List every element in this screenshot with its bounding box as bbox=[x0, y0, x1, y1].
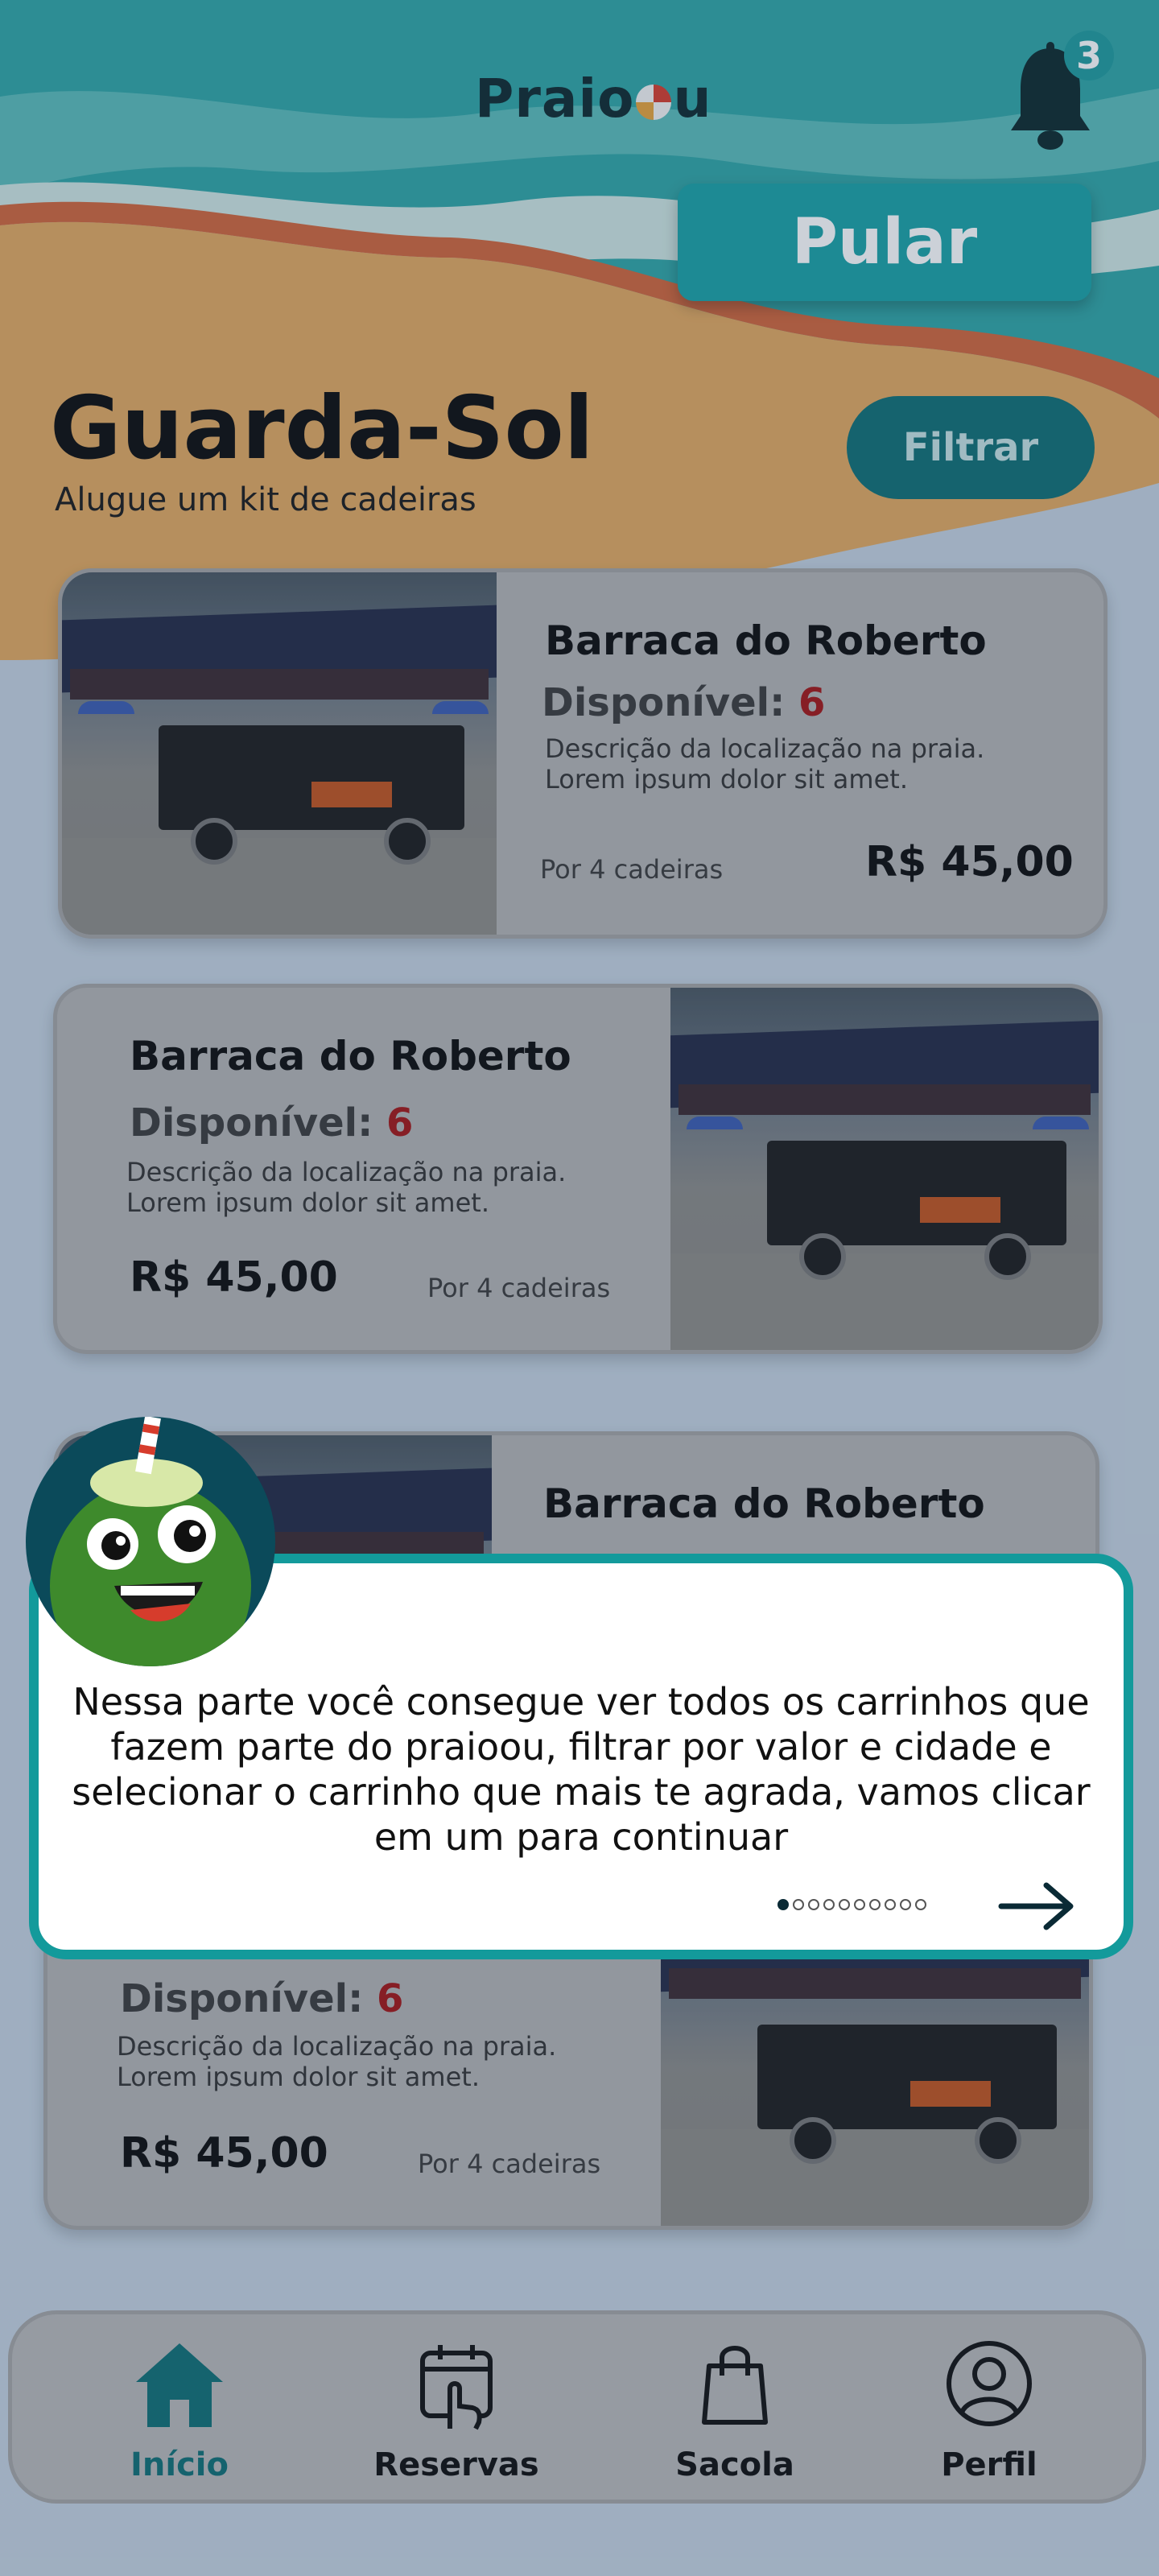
arrow-right-icon[interactable] bbox=[996, 1882, 1077, 1930]
coconut-mascot-icon bbox=[26, 1417, 275, 1666]
step-dot bbox=[793, 1899, 804, 1910]
step-dot bbox=[823, 1899, 835, 1910]
step-dot bbox=[900, 1899, 911, 1910]
step-dot bbox=[869, 1899, 881, 1910]
tutorial-overlay bbox=[0, 0, 1159, 2576]
step-dot bbox=[777, 1899, 789, 1910]
step-dot bbox=[885, 1899, 896, 1910]
tutorial-text: Nessa parte você consegue ver todos os c… bbox=[72, 1680, 1091, 1859]
step-indicator bbox=[777, 1898, 930, 1914]
step-dot bbox=[854, 1899, 865, 1910]
step-dot bbox=[915, 1899, 926, 1910]
step-dot bbox=[808, 1899, 819, 1910]
step-dot bbox=[839, 1899, 850, 1910]
